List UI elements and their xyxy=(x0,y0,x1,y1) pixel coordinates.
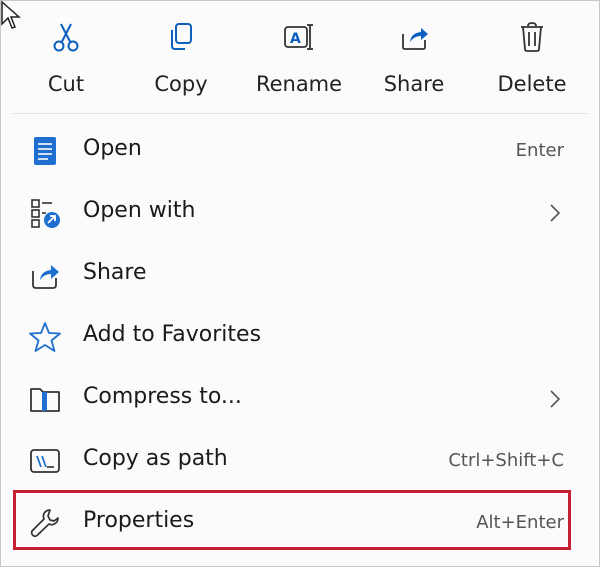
menu-item-copy-as-path[interactable]: Copy as path Ctrl+Shift+C xyxy=(0,432,600,490)
delete-label: Delete xyxy=(497,72,567,96)
menu-item-label: Open with xyxy=(83,198,196,223)
open-document-icon xyxy=(34,137,56,165)
share-button[interactable]: Share xyxy=(364,12,464,102)
open-with-icon xyxy=(31,199,60,228)
copy-button[interactable]: Copy xyxy=(131,12,231,102)
rename-button[interactable]: A Rename xyxy=(249,12,349,102)
star-icon xyxy=(29,322,61,352)
svg-text:A: A xyxy=(290,31,301,47)
menu-item-add-to-favorites[interactable]: Add to Favorites xyxy=(0,308,600,366)
share-icon xyxy=(32,265,59,289)
rename-label: Rename xyxy=(255,72,343,96)
menu-item-compress-to[interactable]: Compress to... xyxy=(0,370,600,428)
menu-item-open-with[interactable]: Open with xyxy=(0,184,600,242)
shortcut-text: Ctrl+Shift+C xyxy=(448,450,564,471)
menu-item-label: Add to Favorites xyxy=(83,322,262,347)
chevron-right-icon xyxy=(550,204,561,222)
copy-icon xyxy=(171,23,192,50)
menu-item-share[interactable]: Share xyxy=(0,246,600,304)
shortcut-text: Enter xyxy=(515,140,564,161)
quick-actions-toolbar: Cut Copy A Rename Share Delete xyxy=(0,0,600,110)
chevron-right-icon xyxy=(550,390,561,408)
zip-folder-icon xyxy=(30,388,60,412)
trash-icon xyxy=(521,22,543,52)
menu-item-open[interactable]: Open Enter xyxy=(0,122,600,180)
menu-item-label: Compress to... xyxy=(83,384,242,409)
copy-path-icon xyxy=(30,449,60,473)
delete-button[interactable]: Delete xyxy=(482,12,582,102)
copy-label: Copy xyxy=(154,72,208,96)
share-icon xyxy=(402,28,428,50)
cut-label: Cut xyxy=(47,72,85,96)
menu-item-label: Copy as path xyxy=(83,446,228,471)
rename-icon: A xyxy=(284,24,313,50)
highlight-box xyxy=(13,490,571,550)
scissors-icon xyxy=(53,23,79,52)
menu-item-label: Open xyxy=(83,136,142,161)
cut-button[interactable]: Cut xyxy=(16,12,116,102)
share-label: Share xyxy=(383,72,445,96)
toolbar-divider xyxy=(12,113,588,114)
menu-item-label: Share xyxy=(83,260,147,285)
